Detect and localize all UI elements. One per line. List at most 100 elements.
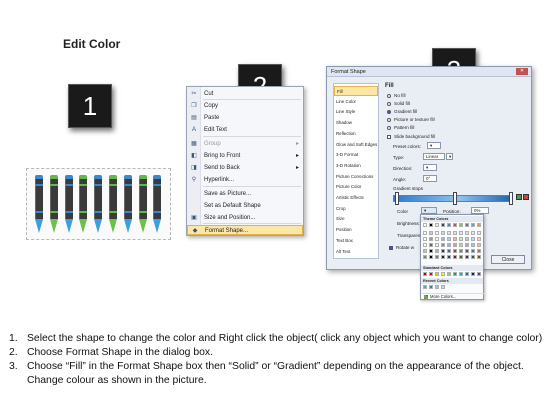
theme-color-swatch[interactable]: [471, 255, 475, 259]
theme-color-swatch[interactable]: [465, 237, 469, 241]
crayon[interactable]: [123, 175, 132, 235]
theme-color-swatch[interactable]: [429, 255, 433, 259]
menu-item-copy[interactable]: ❐ Copy: [187, 101, 303, 111]
theme-color-swatch[interactable]: [459, 237, 463, 241]
theme-color-swatch[interactable]: [447, 223, 451, 227]
category-crop[interactable]: Crop: [334, 204, 378, 214]
menu-item-paste[interactable]: ▤ Paste: [187, 113, 303, 123]
recent-color-swatch[interactable]: [435, 285, 439, 289]
position-input[interactable]: 0%: [471, 207, 489, 214]
category-3-d-rotation[interactable]: 3-D Rotation: [334, 161, 378, 171]
menu-item-save-as-picture[interactable]: Save as Picture...: [187, 189, 303, 199]
recent-color-swatch[interactable]: [429, 285, 433, 289]
radio-pattern-fill[interactable]: [387, 126, 391, 130]
crayon[interactable]: [153, 175, 162, 235]
theme-color-swatch[interactable]: [447, 249, 451, 253]
theme-color-swatch[interactable]: [459, 255, 463, 259]
radio-no-fill[interactable]: [387, 94, 391, 98]
theme-color-swatch[interactable]: [423, 243, 427, 247]
theme-color-swatch[interactable]: [453, 237, 457, 241]
crayon[interactable]: [109, 175, 117, 235]
theme-color-swatch[interactable]: [477, 231, 481, 235]
theme-color-swatch[interactable]: [465, 255, 469, 259]
theme-color-swatch[interactable]: [465, 231, 469, 235]
theme-color-swatch[interactable]: [423, 223, 427, 227]
theme-color-swatch[interactable]: [477, 237, 481, 241]
crayon-shapes[interactable]: [26, 168, 171, 240]
theme-color-swatch[interactable]: [447, 255, 451, 259]
theme-color-swatch[interactable]: [471, 237, 475, 241]
menu-item-size-and-position[interactable]: ▣ Size and Position...: [187, 213, 303, 223]
chevron-down-icon[interactable]: ▾: [446, 153, 453, 160]
gradient-stop-handle[interactable]: [509, 192, 513, 205]
category-picture-corrections[interactable]: Picture Corrections: [334, 172, 378, 182]
theme-color-swatch[interactable]: [477, 255, 481, 259]
theme-color-swatch[interactable]: [447, 231, 451, 235]
radio-picture-or-texture-fill[interactable]: [387, 118, 391, 122]
close-icon[interactable]: ✕: [516, 68, 528, 75]
theme-color-swatch[interactable]: [453, 223, 457, 227]
theme-color-swatch[interactable]: [453, 249, 457, 253]
theme-color-swatch[interactable]: [465, 223, 469, 227]
category-alt-text[interactable]: Alt Text: [334, 247, 378, 257]
standard-color-swatch[interactable]: [459, 272, 463, 276]
rotate-checkbox[interactable]: [389, 246, 393, 250]
theme-color-swatch[interactable]: [459, 243, 463, 247]
category-3-d-format[interactable]: 3-D Format: [334, 150, 378, 160]
menu-item-cut[interactable]: ✂ Cut: [187, 89, 303, 99]
category-text-box[interactable]: Text Box: [334, 236, 378, 246]
radio-solid-fill[interactable]: [387, 102, 391, 106]
theme-color-swatch[interactable]: [423, 231, 427, 235]
theme-color-swatch[interactable]: [453, 231, 457, 235]
theme-color-swatch[interactable]: [435, 231, 439, 235]
theme-color-swatch[interactable]: [447, 237, 451, 241]
more-colors-link[interactable]: More Colors...: [430, 294, 456, 299]
theme-color-swatch[interactable]: [453, 243, 457, 247]
theme-color-swatch[interactable]: [465, 249, 469, 253]
category-shadow[interactable]: Shadow: [334, 118, 378, 128]
standard-color-swatch[interactable]: [435, 272, 439, 276]
theme-color-swatch[interactable]: [471, 223, 475, 227]
theme-color-swatch[interactable]: [477, 249, 481, 253]
slide-background-checkbox[interactable]: [387, 135, 391, 139]
crayon[interactable]: [64, 175, 73, 235]
category-size[interactable]: Size: [334, 214, 378, 224]
preset-colors-dropdown[interactable]: ▾: [427, 142, 441, 149]
radio-gradient-fill[interactable]: [387, 110, 391, 114]
standard-color-swatch[interactable]: [453, 272, 457, 276]
theme-color-swatch[interactable]: [471, 243, 475, 247]
add-stop-icon[interactable]: [516, 194, 522, 200]
theme-color-swatch[interactable]: [423, 249, 427, 253]
crayon[interactable]: [49, 175, 58, 235]
theme-color-swatch[interactable]: [459, 223, 463, 227]
standard-color-swatch[interactable]: [447, 272, 451, 276]
category-reflection[interactable]: Reflection: [334, 129, 378, 139]
standard-color-swatch[interactable]: [471, 272, 475, 276]
crayon[interactable]: [35, 175, 43, 235]
theme-color-swatch[interactable]: [429, 223, 433, 227]
close-button[interactable]: Close: [491, 255, 525, 264]
recent-color-swatch[interactable]: [423, 285, 427, 289]
standard-color-swatch[interactable]: [441, 272, 445, 276]
theme-color-swatch[interactable]: [459, 231, 463, 235]
theme-color-swatch[interactable]: [441, 223, 445, 227]
category-position[interactable]: Position: [334, 225, 378, 235]
category-artistic-effects[interactable]: Artistic Effects: [334, 193, 378, 203]
theme-color-swatch[interactable]: [477, 243, 481, 247]
theme-color-swatch[interactable]: [441, 231, 445, 235]
theme-color-swatch[interactable]: [441, 237, 445, 241]
direction-dropdown[interactable]: ▾: [423, 164, 437, 171]
more-colors-row[interactable]: More Colors...: [422, 293, 484, 300]
theme-color-swatch[interactable]: [471, 249, 475, 253]
recent-color-swatch[interactable]: [441, 285, 445, 289]
menu-item-format-shape[interactable]: ◆ Format Shape...: [187, 225, 303, 235]
category-line-style[interactable]: Line Style: [334, 107, 378, 117]
theme-color-swatch[interactable]: [447, 243, 451, 247]
theme-color-swatch[interactable]: [435, 223, 439, 227]
crayon[interactable]: [79, 175, 88, 235]
theme-color-swatch[interactable]: [435, 255, 439, 259]
angle-input[interactable]: 0°: [423, 175, 437, 182]
menu-item-bring-to-front[interactable]: ◧ Bring to Front ▸: [187, 151, 303, 161]
standard-color-swatch[interactable]: [477, 272, 481, 276]
category-glow-and-soft-edges[interactable]: Glow and Soft Edges: [334, 140, 378, 150]
